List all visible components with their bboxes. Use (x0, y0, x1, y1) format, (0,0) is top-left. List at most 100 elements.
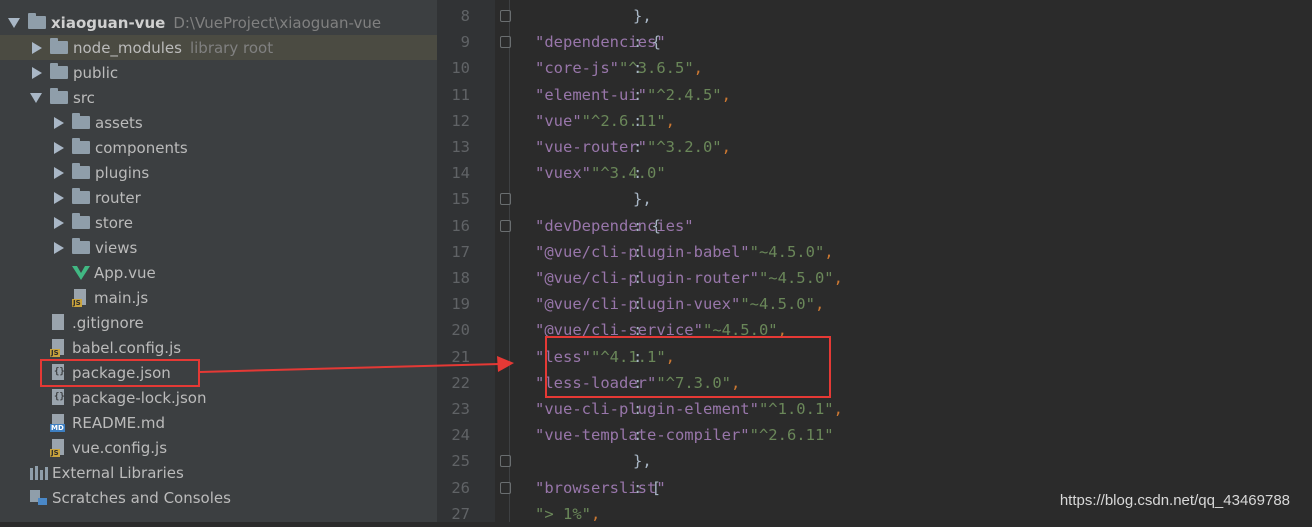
fold-marker-icon[interactable] (500, 193, 511, 206)
folder-icon (72, 113, 90, 129)
chevron-right-icon[interactable] (54, 166, 64, 179)
line-number: 12 (451, 111, 470, 130)
code-token: , (721, 85, 731, 104)
tree-item-label: App.vue (94, 263, 156, 282)
code-line[interactable]: 13 "vue-router": "^3.2.0", (437, 134, 1312, 160)
folder-icon (72, 138, 90, 154)
chevron-right-icon[interactable] (54, 216, 64, 229)
folder-icon (72, 238, 90, 254)
project-path: D:\VueProject\xiaoguan-vue (173, 13, 382, 32)
code-token: "~4.5.0" (749, 242, 825, 261)
code-line[interactable]: 8}, (437, 3, 1312, 29)
chevron-down-icon[interactable] (8, 17, 20, 28)
code-token: , (693, 59, 703, 78)
code-token: : (633, 85, 652, 104)
fold-marker-icon[interactable] (500, 219, 511, 232)
tree-item-vue-config-js[interactable]: JS vue.config.js (0, 435, 437, 460)
code-token: "~4.5.0" (758, 269, 834, 287)
folder-icon (28, 13, 46, 29)
tree-item-label: babel.config.js (72, 338, 182, 357)
code-token: "^1.0.1" (758, 400, 834, 418)
fold-marker-icon[interactable] (500, 481, 511, 494)
tree-item-readme-md[interactable]: MD README.md (0, 410, 437, 435)
code-token: "^3.6.5" (619, 59, 694, 78)
annotation-box-less-deps (545, 336, 831, 398)
fold-marker-icon[interactable] (500, 36, 511, 49)
tree-item-main-js[interactable]: JS main.js (0, 285, 437, 310)
code-line[interactable]: 14 "vuex": "^3.4.0" (437, 160, 1312, 186)
fold-marker-icon[interactable] (500, 10, 511, 22)
external-libraries[interactable]: External Libraries (0, 460, 437, 485)
code-line[interactable]: 24 "vue-template-compiler": "^2.6.11" (437, 422, 1312, 448)
line-number: 8 (460, 7, 470, 25)
code-line[interactable]: 9 "dependencies": { (437, 29, 1312, 55)
tree-item-gitignore[interactable]: .gitignore (0, 310, 437, 335)
code-token: : (633, 269, 652, 287)
line-number: 27 (451, 504, 470, 523)
project-root[interactable]: xiaoguan-vue D:\VueProject\xiaoguan-vue (0, 10, 437, 35)
code-line[interactable]: 25}, (437, 448, 1312, 474)
tree-item-plugins[interactable]: plugins (0, 160, 437, 185)
code-token: }, (633, 452, 652, 471)
chevron-right-icon[interactable] (54, 141, 64, 154)
code-line[interactable]: 10 "core-js": "^3.6.5", (437, 55, 1312, 81)
chevron-right-icon[interactable] (54, 116, 64, 129)
code-token: "^3.4.0" (591, 164, 666, 183)
line-number: 17 (451, 242, 470, 261)
code-token: : (633, 138, 652, 156)
code-text: "vue-cli-plugin-element": "^1.0.1", (535, 396, 843, 422)
tree-item-label: node_modules (73, 38, 182, 57)
tree-item-node-modules[interactable]: node_modules library root (0, 35, 437, 60)
tree-item-babel-config-js[interactable]: JS babel.config.js (0, 335, 437, 360)
chevron-right-icon[interactable] (54, 241, 64, 254)
code-token: : { (633, 33, 661, 52)
code-editor[interactable]: 8}, 9 "dependencies": {10 "core-js": "^3.6… (437, 0, 1312, 523)
tree-item-views[interactable]: views (0, 235, 437, 260)
code-token: , (824, 242, 834, 261)
tree-item-label: .gitignore (72, 313, 144, 332)
tree-item-src[interactable]: src (0, 85, 437, 110)
tree-item-package-lock-json[interactable]: {} package-lock.json (0, 385, 437, 410)
tree-item-assets[interactable]: assets (0, 110, 437, 135)
code-line[interactable]: 15}, (437, 186, 1312, 212)
fold-marker-icon[interactable] (500, 455, 511, 468)
code-line[interactable]: 16 "devDependencies": { (437, 213, 1312, 239)
library-icon (30, 465, 48, 480)
tree-item-router[interactable]: router (0, 185, 437, 210)
code-line[interactable]: 11 "element-ui": "^2.4.5", (437, 82, 1312, 108)
tree-item-components[interactable]: components (0, 135, 437, 160)
tree-item-label: plugins (95, 163, 150, 182)
chevron-right-icon[interactable] (54, 191, 64, 204)
line-number: 22 (451, 373, 470, 392)
line-number: 15 (451, 190, 470, 209)
tree-item-public[interactable]: public (0, 60, 437, 85)
tree-item-label: assets (95, 113, 143, 132)
code-token: "core-js" (535, 59, 619, 78)
chevron-right-icon[interactable] (32, 41, 42, 54)
code-line[interactable]: 12 "vue": "^2.6.11", (437, 108, 1312, 134)
code-token: , (591, 504, 601, 523)
code-text: "devDependencies": { (535, 213, 694, 239)
code-line[interactable]: 17 "@vue/cli-plugin-babel": "~4.5.0", (437, 239, 1312, 265)
chevron-down-icon[interactable] (30, 92, 42, 103)
code-token: "element-ui" (535, 85, 647, 104)
code-token: : (633, 426, 652, 445)
tree-item-store[interactable]: store (0, 210, 437, 235)
js-file-icon: JS (50, 438, 66, 457)
code-line[interactable]: 19 "@vue/cli-plugin-vuex": "~4.5.0", (437, 291, 1312, 317)
code-line[interactable]: 23 "vue-cli-plugin-element": "^1.0.1", (437, 396, 1312, 422)
js-file-icon: JS (72, 288, 88, 307)
tree-item-app-vue[interactable]: App.vue (0, 260, 437, 285)
line-number: 26 (451, 478, 470, 497)
scratches-and-consoles[interactable]: Scratches and Consoles (0, 485, 437, 510)
tree-item-label: package-lock.json (72, 388, 207, 407)
js-file-icon: JS (50, 338, 66, 357)
line-number: 21 (451, 347, 470, 366)
line-number: 24 (451, 426, 470, 445)
code-token: : (633, 242, 652, 261)
code-line[interactable]: 18 "@vue/cli-plugin-router": "~4.5.0", (437, 265, 1312, 291)
code-text: "browserslist": [ (535, 475, 666, 501)
chevron-right-icon[interactable] (32, 66, 42, 79)
code-token: : (633, 164, 652, 183)
watermark: https://blog.csdn.net/qq_43469788 (1059, 492, 1290, 509)
